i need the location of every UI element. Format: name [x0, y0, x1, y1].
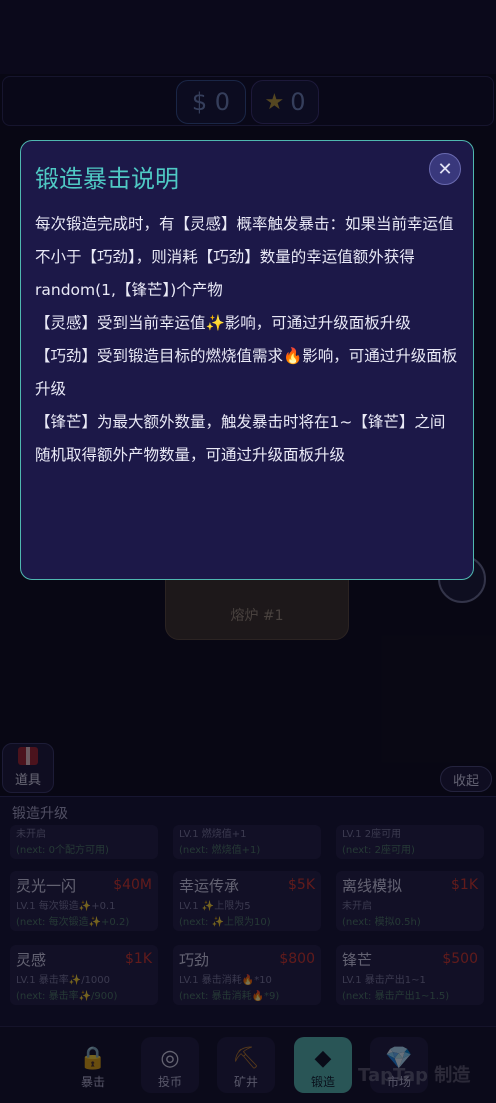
upgrade-card-inspiration[interactable]: 灵感 $1K LV.1 暴击率✨/1000 (next: 暴击率✨/900) [10, 945, 158, 1005]
card-level: LV.1 燃烧值+1 [179, 829, 247, 840]
furnace-label: 熔炉 #1 [230, 608, 284, 624]
lock-icon: 🔒 [79, 1046, 107, 1071]
gift-icon [18, 747, 38, 765]
upgrade-panel: 锻造升级 未开启 (next: 0个配方可用) LV.1 燃烧值+1 (next… [0, 796, 496, 1026]
props-label: 道具 [14, 773, 41, 788]
card-next: (next: 0个配方可用) [16, 845, 109, 856]
nav-label: 矿井 [233, 1075, 258, 1089]
collapse-label: 收起 [452, 773, 479, 789]
card-next: (next: 每次锻造✨+0.2) [16, 917, 130, 928]
star-value: 0 [290, 88, 306, 116]
dialog-paragraph: 【巧劲】受到锻造目标的燃烧值需求🔥影响，可通过升级面板升级 [35, 347, 458, 398]
crit-info-dialog: 锻造暴击说明 ✕ 每次锻造完成时，有【灵感】概率触发暴击：如果当前幸运值不小于【… [20, 140, 474, 580]
card-next: (next: 暴击产出1~1.5) [342, 991, 450, 1002]
nav-label: 锻造 [310, 1075, 335, 1089]
money-value: $ 0 [191, 88, 231, 116]
card-next: (next: 燃烧值+1) [179, 845, 261, 856]
card-price: $1K [125, 951, 152, 967]
card-next: (next: 暴击消耗🔥*9) [179, 991, 280, 1002]
upgrade-card-finesse[interactable]: 巧劲 $800 LV.1 暴击消耗🔥*10 (next: 暴击消耗🔥*9) [173, 945, 321, 1005]
nav-coin[interactable]: ◎ 投币 [141, 1037, 199, 1093]
card-price: $500 [442, 951, 478, 967]
card-level: LV.1 2座可用 [342, 829, 402, 840]
watermark: TapTap 制造 [358, 1065, 471, 1086]
dialog-body: 每次锻造完成时，有【灵感】概率触发暴击：如果当前幸运值不小于【巧劲】，则消耗【巧… [35, 208, 459, 472]
upgrade-card[interactable]: 未开启 (next: 0个配方可用) [10, 825, 158, 859]
resource-bar [2, 76, 494, 126]
card-level: LV.1 暴击率✨/1000 [16, 975, 111, 986]
dialog-title: 锻造暴击说明 [35, 165, 179, 193]
upgrade-title: 锻造升级 [12, 806, 68, 822]
upgrade-card-luck-inherit[interactable]: 幸运传承 $5K LV.1 ✨上限为5 (next: ✨上限为10) [173, 871, 321, 931]
diamond-icon: ◆ [314, 1046, 332, 1071]
card-level: LV.1 ✨上限为5 [179, 901, 251, 912]
pickaxe-icon: ⛏ [232, 1046, 260, 1071]
star-icon: ★ [264, 89, 285, 115]
upgrade-card-edge[interactable]: 锋芒 $500 LV.1 暴击产出1~1 (next: 暴击产出1~1.5) [336, 945, 484, 1005]
card-level: LV.1 暴击产出1~1 [342, 975, 426, 986]
card-level: 未开启 [342, 901, 372, 912]
card-price: $800 [279, 951, 315, 967]
card-price: $5K [288, 877, 315, 893]
coin-icon: ◎ [160, 1046, 180, 1071]
upgrade-card[interactable]: LV.1 燃烧值+1 (next: 燃烧值+1) [173, 825, 321, 859]
card-level: LV.1 暴击消耗🔥*10 [179, 975, 272, 986]
close-icon: ✕ [437, 158, 453, 180]
nav-mine[interactable]: ⛏ 矿井 [217, 1037, 275, 1093]
card-next: (next: 模拟0.5h) [342, 917, 421, 928]
dialog-paragraph: 【锋芒】为最大额外数量，触发暴击时将在1~【锋芒】之间随机取得额外产物数量，可通… [35, 413, 446, 464]
card-next: (next: 暴击率✨/900) [16, 991, 118, 1002]
dialog-paragraph: 【灵感】受到当前幸运值✨影响，可通过升级面板升级 [35, 314, 411, 332]
props-button[interactable]: 道具 [2, 743, 54, 793]
card-next: (next: ✨上限为10) [179, 917, 271, 928]
close-button[interactable]: ✕ [429, 153, 461, 185]
nav-forge[interactable]: ◆ 锻造 [294, 1037, 352, 1093]
dialog-paragraph: 每次锻造完成时，有【灵感】概率触发暴击：如果当前幸运值不小于【巧劲】，则消耗【巧… [35, 215, 454, 299]
upgrade-card-offline-sim[interactable]: 离线模拟 $1K 未开启 (next: 模拟0.5h) [336, 871, 484, 931]
nav-label: 暴击 [80, 1075, 105, 1089]
card-price: $40M [113, 877, 152, 893]
card-level: LV.1 每次锻造✨+0.1 [16, 901, 116, 912]
money-counter: $ 0 [176, 80, 246, 124]
card-next: (next: 2座可用) [342, 845, 415, 856]
nav-crit[interactable]: 🔒 暴击 [64, 1037, 122, 1093]
top-bar [0, 0, 496, 74]
upgrade-card[interactable]: LV.1 2座可用 (next: 2座可用) [336, 825, 484, 859]
upgrade-card-inspiration-flash[interactable]: 灵光一闪 $40M LV.1 每次锻造✨+0.1 (next: 每次锻造✨+0.… [10, 871, 158, 931]
star-counter: ★ 0 [251, 80, 319, 124]
card-price: $1K [451, 877, 478, 893]
nav-label: 投币 [157, 1075, 182, 1089]
collapse-button[interactable]: 收起 [440, 766, 492, 792]
card-level: 未开启 [16, 829, 46, 840]
